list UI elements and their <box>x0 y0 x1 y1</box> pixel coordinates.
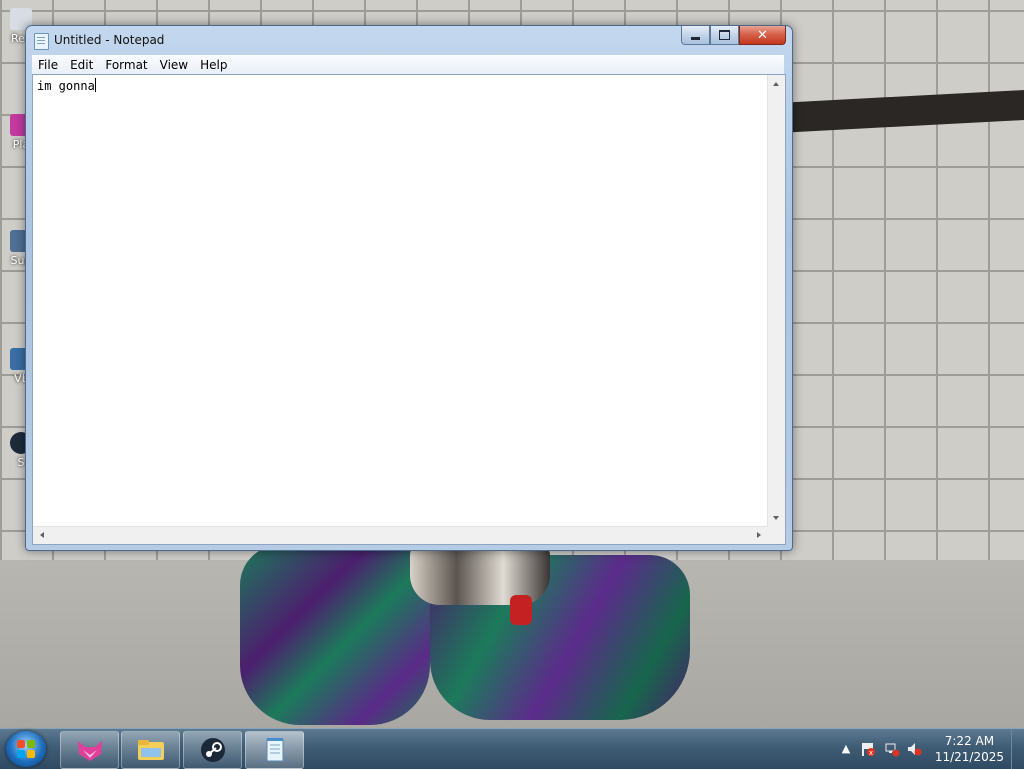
maximize-button[interactable] <box>710 26 739 45</box>
show-hidden-icons-icon[interactable]: ▲ <box>838 741 854 757</box>
action-center-flag-icon[interactable]: x <box>860 741 876 757</box>
notepad-window[interactable]: Untitled - Notepad ✕ File Edit Format Vi… <box>25 25 793 551</box>
window-title: Untitled - Notepad <box>54 33 165 47</box>
figure-red-accent <box>510 595 532 625</box>
menu-file[interactable]: File <box>32 58 64 72</box>
scroll-right-icon[interactable] <box>757 532 761 538</box>
minimize-button[interactable] <box>681 26 710 45</box>
taskbar-file-explorer[interactable] <box>121 731 180 769</box>
folder-icon <box>137 740 164 760</box>
taskbar-notepad[interactable] <box>245 731 304 769</box>
wallpaper-figure <box>240 545 700 725</box>
close-icon: ✕ <box>757 27 768 43</box>
text-caret <box>94 78 96 92</box>
vertical-scrollbar[interactable] <box>767 75 785 527</box>
taskbar-app-fox[interactable] <box>60 731 119 769</box>
figure-left-leg <box>240 545 430 725</box>
wall-stripe <box>780 89 1024 133</box>
volume-muted-icon[interactable] <box>906 741 922 757</box>
taskbar-steam[interactable] <box>183 731 242 769</box>
minimize-icon <box>691 37 700 40</box>
start-button[interactable] <box>6 731 46 767</box>
windows-logo-icon <box>17 740 35 758</box>
close-button[interactable]: ✕ <box>739 26 786 45</box>
editor-area[interactable]: im gonna <box>32 74 786 545</box>
clock-date: 11/21/2025 <box>934 750 1004 764</box>
caption-buttons: ✕ <box>681 26 786 45</box>
taskbar: ▲ x 7:22 AM 11/21/2025 <box>0 728 1024 769</box>
steam-icon <box>200 738 225 762</box>
menu-bar: File Edit Format View Help <box>32 55 784 74</box>
menu-help[interactable]: Help <box>194 58 233 72</box>
title-bar[interactable]: Untitled - Notepad ✕ <box>26 26 792 54</box>
maximize-icon <box>719 30 730 40</box>
menu-view[interactable]: View <box>154 58 194 72</box>
scroll-up-icon[interactable] <box>773 82 779 86</box>
horizontal-scrollbar[interactable] <box>33 526 768 544</box>
fox-app-icon <box>77 741 102 761</box>
scroll-down-icon[interactable] <box>773 516 779 520</box>
text-content[interactable]: im gonna <box>33 75 768 525</box>
network-icon[interactable] <box>884 741 900 757</box>
show-desktop-button[interactable] <box>1011 729 1024 769</box>
clock[interactable]: 7:22 AM 11/21/2025 <box>935 733 1004 765</box>
menu-format[interactable]: Format <box>99 58 153 72</box>
svg-text:x: x <box>869 749 873 757</box>
scroll-left-icon[interactable] <box>40 532 44 538</box>
system-tray: ▲ x 7:22 AM 11/21/2025 <box>834 729 1024 769</box>
scrollbar-corner <box>768 527 785 544</box>
menu-edit[interactable]: Edit <box>64 58 99 72</box>
notepad-icon <box>34 33 49 50</box>
clock-time: 7:22 AM <box>944 734 995 748</box>
notepad-taskbar-icon <box>266 738 283 762</box>
editor-text: im gonna <box>37 79 95 93</box>
